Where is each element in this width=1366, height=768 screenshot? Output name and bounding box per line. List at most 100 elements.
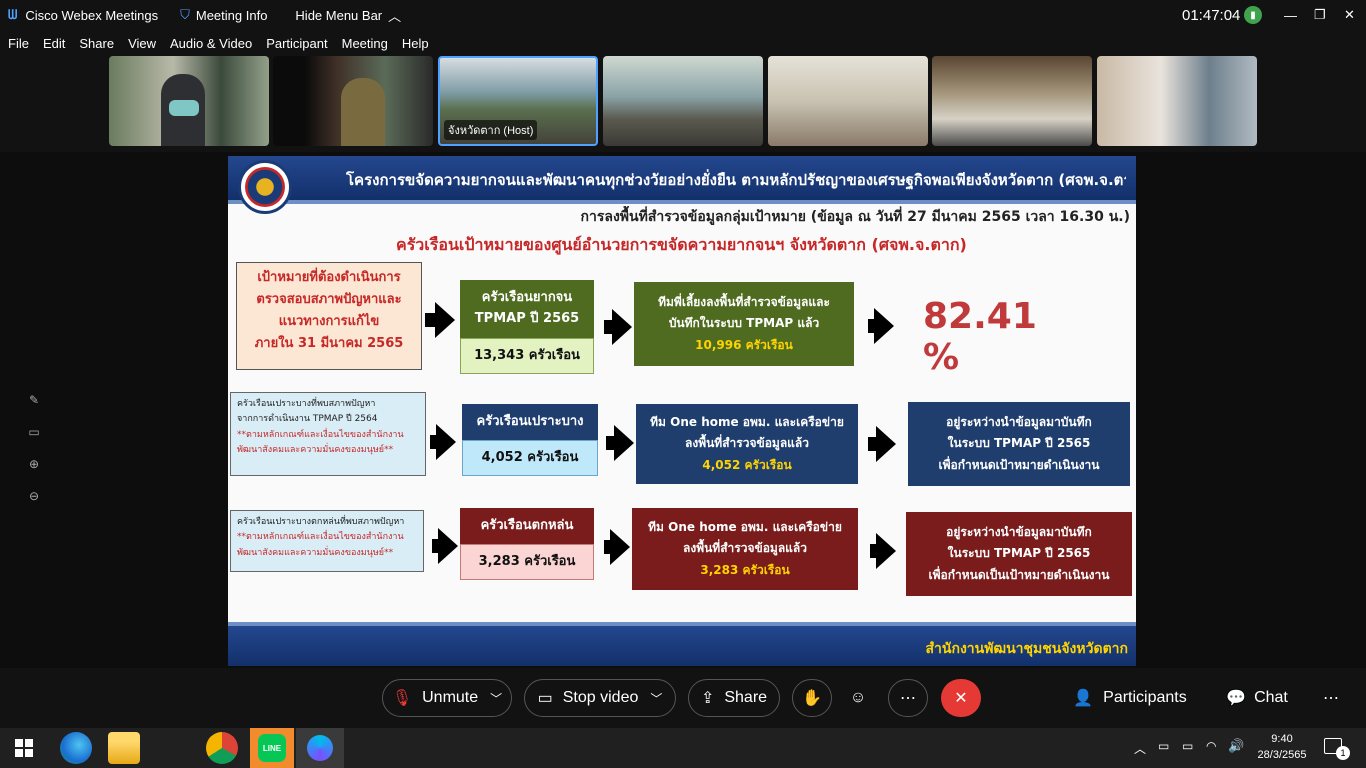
status-line: เพื่อกำหนดเป้าหมายดำเนินงาน — [938, 457, 1100, 472]
meet-now-icon[interactable]: ▭ — [1158, 739, 1169, 753]
more-options-button[interactable]: ⋯ — [888, 679, 928, 717]
team-value: 4,052 ครัวเรือน — [702, 457, 792, 472]
slide-footer-text: สำนักงานพัฒนาชุมชนจังหวัดตาก — [925, 641, 1128, 657]
notification-count-badge: 1 — [1336, 746, 1350, 760]
show-hidden-icons-icon[interactable]: ︿ — [1134, 740, 1146, 757]
microphone-muted-icon: 🎙 — [391, 690, 413, 707]
taskbar-time: 9:40 — [1271, 733, 1293, 745]
system-clock[interactable]: 9:40 28/3/2565 — [1250, 731, 1314, 763]
chevron-down-icon[interactable]: ﹀ — [650, 690, 662, 707]
team-value: 10,996 ครัวเรือน — [695, 337, 793, 352]
stop-video-button[interactable]: ▭ Stop video ﹀ — [524, 679, 676, 717]
person-icon: 👤 — [1073, 690, 1094, 707]
arrow-icon — [436, 424, 456, 460]
edge-browser-icon[interactable] — [60, 732, 92, 764]
poor-households-value: 13,343 ครัวเรือน — [460, 338, 594, 374]
unmute-button[interactable]: 🎙 Unmute ﹀ — [382, 679, 512, 717]
unmute-label: Unmute — [422, 689, 479, 706]
arrow-icon — [610, 529, 630, 565]
note-red-line: **ตามหลักเกณฑ์และเงื่อนไขของสำนักงาน — [237, 532, 404, 543]
target-line: ภายใน 31 มีนาคม 2565 — [254, 336, 404, 352]
participant-video[interactable] — [932, 56, 1092, 146]
arrow-icon — [435, 302, 455, 338]
menu-bar: File Edit Share View Audio & Video Parti… — [0, 30, 1366, 56]
participant-video[interactable] — [1097, 56, 1257, 146]
participant-video[interactable] — [768, 56, 928, 146]
file-explorer-icon[interactable] — [108, 732, 140, 764]
vulnerable-households-value: 4,052 ครัวเรือน — [462, 440, 598, 476]
shared-content-stage: ✎ ▭ ⊕ ⊖ โครงการขจัดความยากจนและพัฒนาคนทุ… — [0, 152, 1366, 668]
annotate-icon[interactable]: ✎ — [24, 390, 44, 410]
status-box: อยู่ระหว่างนำข้อมูลมาบันทึก ในระบบ TPMAP… — [908, 402, 1130, 486]
participant-video[interactable] — [109, 56, 269, 146]
mentor-team-box: ทีมพี่เลี้ยงลงพื้นที่สำรวจข้อมูลและ บันท… — [634, 282, 854, 366]
arrow-icon — [876, 533, 896, 569]
battery-icon[interactable]: ▭ — [1182, 739, 1193, 753]
target-line: แนวทางการแก้ไข — [278, 314, 380, 330]
participants-label: Participants — [1103, 689, 1187, 706]
box-subtitle: TPMAP ปี 2565 — [474, 311, 580, 326]
volume-icon[interactable]: 🔊 — [1228, 738, 1244, 754]
chevron-up-icon[interactable]: ︿ — [388, 6, 401, 25]
menu-meeting[interactable]: Meeting — [342, 36, 388, 51]
restore-icon[interactable]: ❐ — [1314, 7, 1326, 23]
participants-button[interactable]: 👤 Participants — [1068, 679, 1192, 717]
status-line: อยู่ระหว่างนำข้อมูลมาบันทึก — [946, 414, 1092, 429]
note-red-line: **ตามหลักเกณฑ์และเงื่อนไขของสำนักงาน — [237, 429, 404, 440]
raise-hand-button[interactable]: ✋ — [792, 679, 832, 717]
meeting-clock: 01:47:04 — [1182, 6, 1241, 24]
zoom-in-icon[interactable]: ⊕ — [24, 454, 44, 474]
participant-video-host[interactable]: จังหวัดตาก (Host) — [438, 56, 598, 146]
windows-start-icon[interactable] — [8, 732, 40, 764]
team-line: บันทึกในระบบ TPMAP แล้ว — [668, 316, 820, 331]
network-stats-icon[interactable]: ▮ — [1244, 6, 1262, 24]
emoji-icon: ☺ — [849, 689, 867, 706]
slide-header-title: โครงการขจัดความยากจนและพัฒนาคนทุกช่วงวัย… — [346, 171, 1126, 189]
team-line: ทีมพี่เลี้ยงลงพื้นที่สำรวจข้อมูลและ — [658, 294, 830, 309]
webex-app-icon[interactable] — [296, 728, 344, 768]
menu-share[interactable]: Share — [79, 36, 114, 51]
missed-households-value: 3,283 ครัวเรือน — [460, 544, 594, 580]
end-meeting-button[interactable]: ✕ — [941, 679, 981, 717]
arrow-icon — [874, 308, 894, 344]
participant-video[interactable] — [273, 56, 433, 146]
panel-options-button[interactable]: ⋯ — [1316, 679, 1346, 717]
missed-households-box: ครัวเรือนตกหล่น — [460, 508, 594, 544]
menu-participant[interactable]: Participant — [266, 36, 327, 51]
minimize-icon[interactable]: — — [1284, 8, 1297, 23]
share-button[interactable]: ⇪ Share — [688, 679, 780, 717]
menu-view[interactable]: View — [128, 36, 156, 51]
meeting-info-button[interactable]: Meeting Info — [196, 8, 268, 23]
slide-header-stripe — [228, 200, 1136, 204]
menu-file[interactable]: File — [8, 36, 29, 51]
webex-logo-icon: ᗯ — [8, 7, 18, 22]
video-strip: จังหวัดตาก (Host) — [0, 56, 1366, 152]
remote-control-icon[interactable]: ▭ — [24, 422, 44, 442]
participant-video[interactable] — [603, 56, 763, 146]
stop-video-label: Stop video — [562, 689, 639, 706]
close-icon[interactable]: ✕ — [1344, 7, 1355, 23]
chat-button[interactable]: 💬 Chat — [1222, 679, 1292, 717]
menu-help[interactable]: Help — [402, 36, 429, 51]
more-icon: ⋯ — [1323, 690, 1339, 707]
hide-menu-bar-button[interactable]: Hide Menu Bar — [295, 8, 382, 23]
windows-taskbar: LINE ︿ ▭ ▭ ◠ 🔊 9:40 28/3/2565 1 — [0, 728, 1366, 768]
reactions-button[interactable]: ☺ — [838, 679, 878, 717]
wifi-icon[interactable]: ◠ — [1206, 739, 1216, 753]
face-mask — [169, 100, 199, 116]
chevron-down-icon[interactable]: ﹀ — [490, 690, 502, 707]
note-line: ครัวเรือนเปราะบางที่พบสภาพปัญหา — [237, 399, 376, 409]
raise-hand-icon: ✋ — [802, 690, 822, 707]
note-line: ครัวเรือนเปราะบางตกหล่นที่พบสภาพปัญหา — [237, 517, 405, 527]
shield-icon[interactable]: ⛉ — [180, 7, 190, 23]
menu-edit[interactable]: Edit — [43, 36, 65, 51]
note-red-line: พัฒนาสังคมและความมั่นคงของมนุษย์** — [237, 444, 394, 455]
chrome-icon[interactable] — [206, 732, 238, 764]
menu-audio-video[interactable]: Audio & Video — [170, 36, 252, 51]
status-line: อยู่ระหว่างนำข้อมูลมาบันทึก — [946, 524, 1092, 539]
chat-bubble-icon: 💬 — [1226, 690, 1247, 707]
target-line: ตรวจสอบสภาพปัญหาและ — [256, 292, 402, 308]
status-line: ในระบบ TPMAP ปี 2565 — [947, 546, 1091, 561]
zoom-out-icon[interactable]: ⊖ — [24, 486, 44, 506]
line-app-icon[interactable]: LINE — [250, 728, 294, 768]
